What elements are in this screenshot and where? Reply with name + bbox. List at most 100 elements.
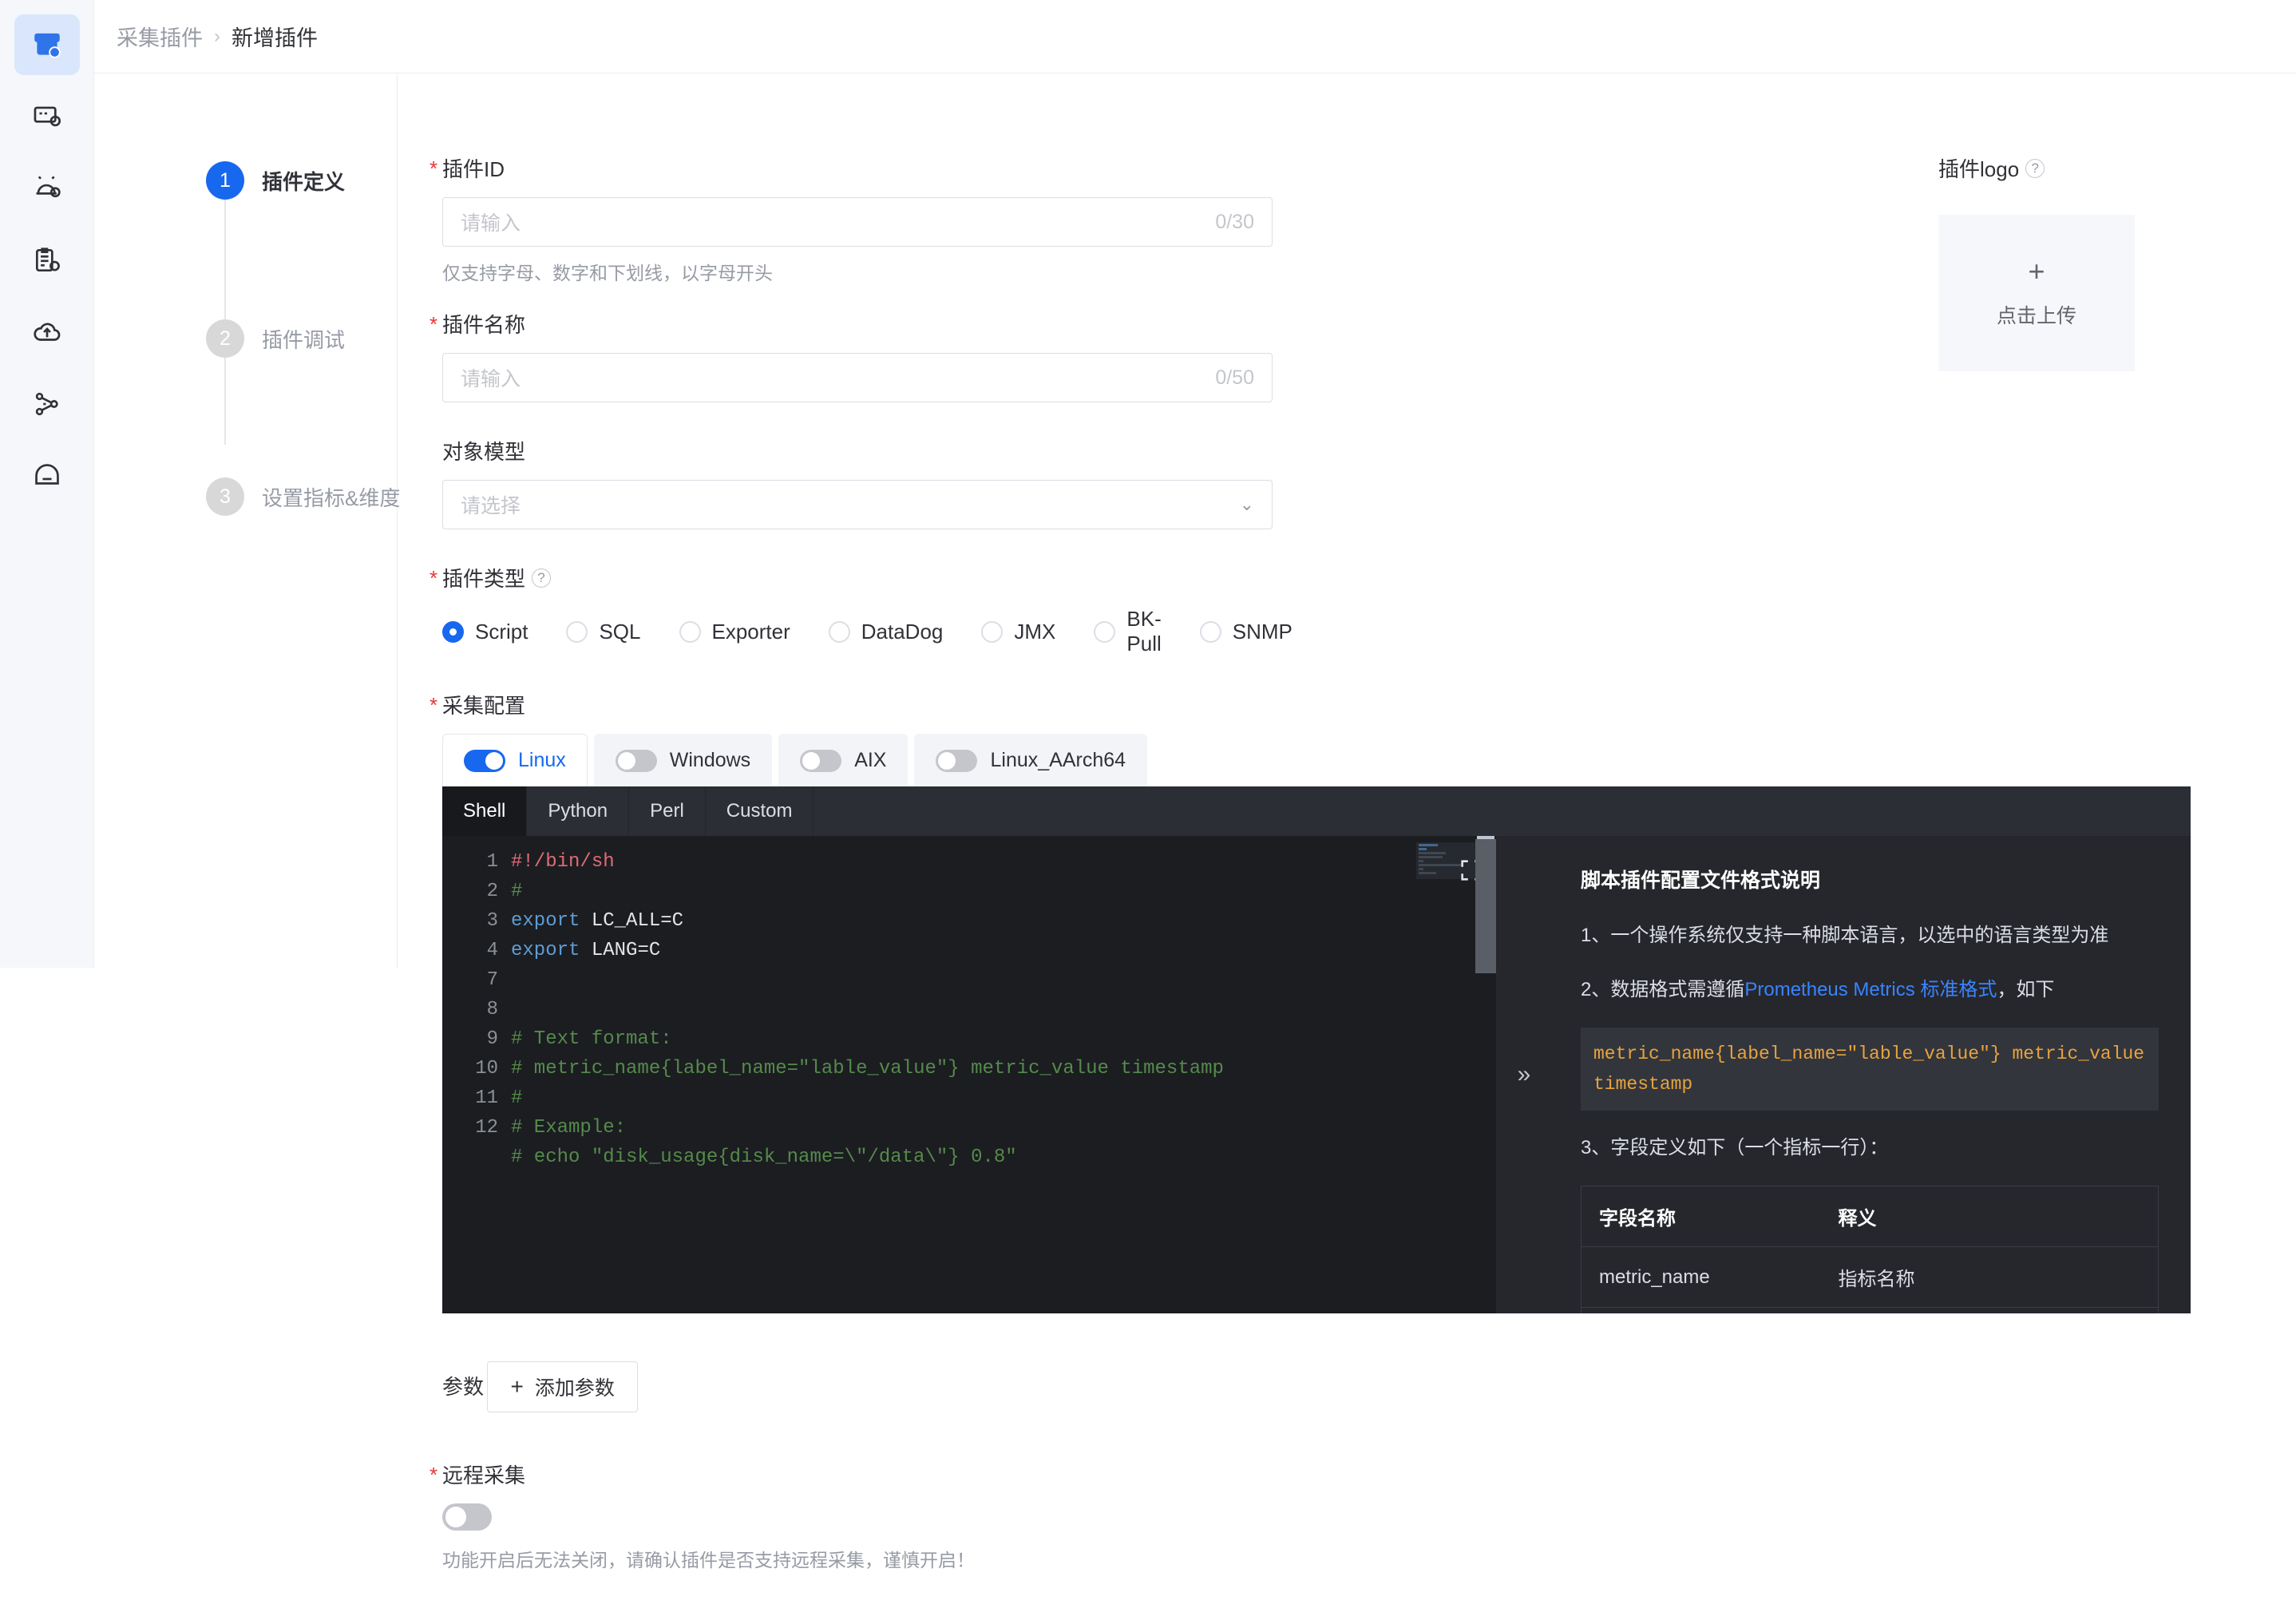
plugin-id-hint: 仅支持字母、数字和下划线，以字母开头 [442,263,773,283]
object-model-select[interactable]: 请选择 ⌄ [442,480,1273,529]
help-icon[interactable]: ? [2025,158,2045,178]
os-tab-linux[interactable]: Linux [442,734,588,786]
doc-panel-collapse-button[interactable]: » [1496,836,1552,1313]
radio-dot-icon [566,620,588,643]
sidebar-item-dashboard[interactable] [14,86,80,147]
radio-label-bk-pull: BK-Pull [1126,607,1162,656]
tab-custom[interactable]: Custom [706,786,814,836]
sidebar-item-archive[interactable] [14,446,80,506]
plugin-box-icon [32,30,62,60]
plugin-id-counter: 0/30 [1215,210,1254,233]
plugin-logo-section: 插件logo ? + 点击上传 [1938,153,2135,371]
radio-sql[interactable]: SQL [566,620,641,644]
code-token: LANG=C [591,940,661,961]
code-editor[interactable]: 1 2 3 4 7 8 9 10 11 12 #!/bin/sh # expor… [442,836,1496,1313]
code-token: LC_ALL=C [591,910,684,932]
line-number: 9 [486,1028,498,1050]
plugin-name-input[interactable]: 请输入 0/50 [442,353,1273,402]
radio-label-datadog: DataDog [861,619,944,644]
table-cell: label_name [1581,1307,1821,1313]
radio-dot-icon [1199,620,1221,643]
breadcrumb: 采集插件 › 新增插件 [94,0,2296,73]
radio-label-snmp: SNMP [1232,619,1292,644]
tab-perl[interactable]: Perl [629,786,706,836]
add-param-button[interactable]: + 添加参数 [487,1361,638,1412]
sidebar-item-upload[interactable] [14,302,80,362]
prometheus-metrics-link[interactable]: Prometheus Metrics 标准格式 [1744,979,1997,1000]
sidebar-item-topology[interactable] [14,374,80,434]
os-tab-label-aix: AIX [854,749,887,771]
radio-dot-icon [981,620,1004,643]
plus-icon: + [2028,255,2045,287]
breadcrumb-parent[interactable]: 采集插件 [117,21,203,52]
tab-python[interactable]: Python [527,786,630,836]
form-column: 插件ID 请输入 0/30 仅支持字母、数字和下划线，以字母开头 插件名称 请输… [430,153,1292,786]
step-item-3[interactable]: 3 设置指标&维度 [94,477,401,516]
code-line: export LANG=C [511,936,1496,965]
os-tab-linux-aarch64[interactable]: Linux_AArch64 [914,734,1148,786]
os-tab-windows[interactable]: Windows [593,734,773,786]
doc-code-block: metric_name{label_name="lable_value"} me… [1581,1028,2159,1111]
table-row: label_name 维度名称 [1581,1307,2159,1313]
field-object-model: 对象模型 请选择 ⌄ [442,436,1273,529]
field-plugin-type: 插件类型 ? Script SQL [430,563,1292,656]
os-tab-aix[interactable]: AIX [778,734,909,786]
plugin-name-label: 插件名称 [430,309,525,339]
step-label-1: 插件定义 [262,169,346,194]
toggle-linux[interactable] [464,749,505,772]
breadcrumb-separator-icon: › [214,25,220,47]
plugin-definition-form: 插件logo ? + 点击上传 插件ID 请输入 0/30 [398,73,2296,1616]
line-number: 8 [486,999,498,1020]
object-model-placeholder: 请选择 [461,495,521,517]
code-line [511,995,1496,1024]
toggle-linux-aarch64[interactable] [936,749,978,772]
step-item-2[interactable]: 2 插件调试 [94,319,397,358]
add-param-label: 添加参数 [534,1377,615,1400]
radio-script[interactable]: Script [442,620,528,644]
code-line: # [511,877,1496,906]
doc-item-2: 2、数据格式需遵循Prometheus Metrics 标准格式，如下 [1581,973,2159,1007]
cloud-upload-icon [32,317,62,347]
editor-vertical-scrollbar[interactable] [1475,836,1496,1313]
remote-collect-label: 远程采集 [430,1460,525,1489]
code-lines: #!/bin/sh # export LC_ALL=C export LANG=… [511,836,1496,1313]
radio-jmx[interactable]: JMX [981,620,1055,644]
step-item-1[interactable]: 1 插件定义 [94,161,397,200]
plugin-id-input[interactable]: 请输入 0/30 [442,197,1273,247]
language-tab-bar: Shell Python Perl Custom [442,786,2191,836]
radio-dot-icon [679,620,701,643]
step-label-3: 设置指标&维度 [262,485,401,510]
collect-config-label: 采集配置 [430,690,525,719]
topology-nodes-icon [32,389,62,419]
toggle-aix[interactable] [800,749,842,772]
help-icon[interactable]: ? [532,568,552,588]
code-token: # metric_name{label_name="lable_value"} … [511,1058,1224,1079]
script-editor-container: Shell Python Perl Custom 1 2 3 4 7 8 9 1… [442,786,2191,1313]
radio-bk-pull[interactable]: BK-Pull [1094,607,1162,656]
code-line [511,965,1496,995]
radio-exporter[interactable]: Exporter [679,620,790,644]
line-number: 3 [486,910,498,932]
line-number: 11 [475,1087,498,1109]
alarm-bell-icon [32,173,62,204]
sidebar-item-plugins[interactable] [14,14,80,75]
code-line [511,1172,1496,1202]
logo-upload-dropzone[interactable]: + 点击上传 [1938,215,2135,371]
toggle-windows[interactable] [615,749,657,772]
toggle-remote-collect[interactable] [442,1503,492,1531]
code-token: # [511,881,523,902]
radio-label-jmx: JMX [1014,619,1056,644]
sidebar-item-alarms[interactable] [14,158,80,219]
code-token: # echo "disk_usage{disk_name=\"/data\"} … [511,1147,1017,1168]
monitor-dashboard-icon [32,101,62,132]
sidebar-item-tasks[interactable] [14,230,80,291]
tab-shell[interactable]: Shell [442,786,528,836]
line-number: 10 [475,1058,498,1079]
radio-snmp[interactable]: SNMP [1199,619,1292,644]
radio-datadog[interactable]: DataDog [828,619,944,644]
line-number: 7 [486,969,498,991]
plus-icon: + [510,1374,524,1399]
logo-upload-text: 点击上传 [1996,305,2076,327]
